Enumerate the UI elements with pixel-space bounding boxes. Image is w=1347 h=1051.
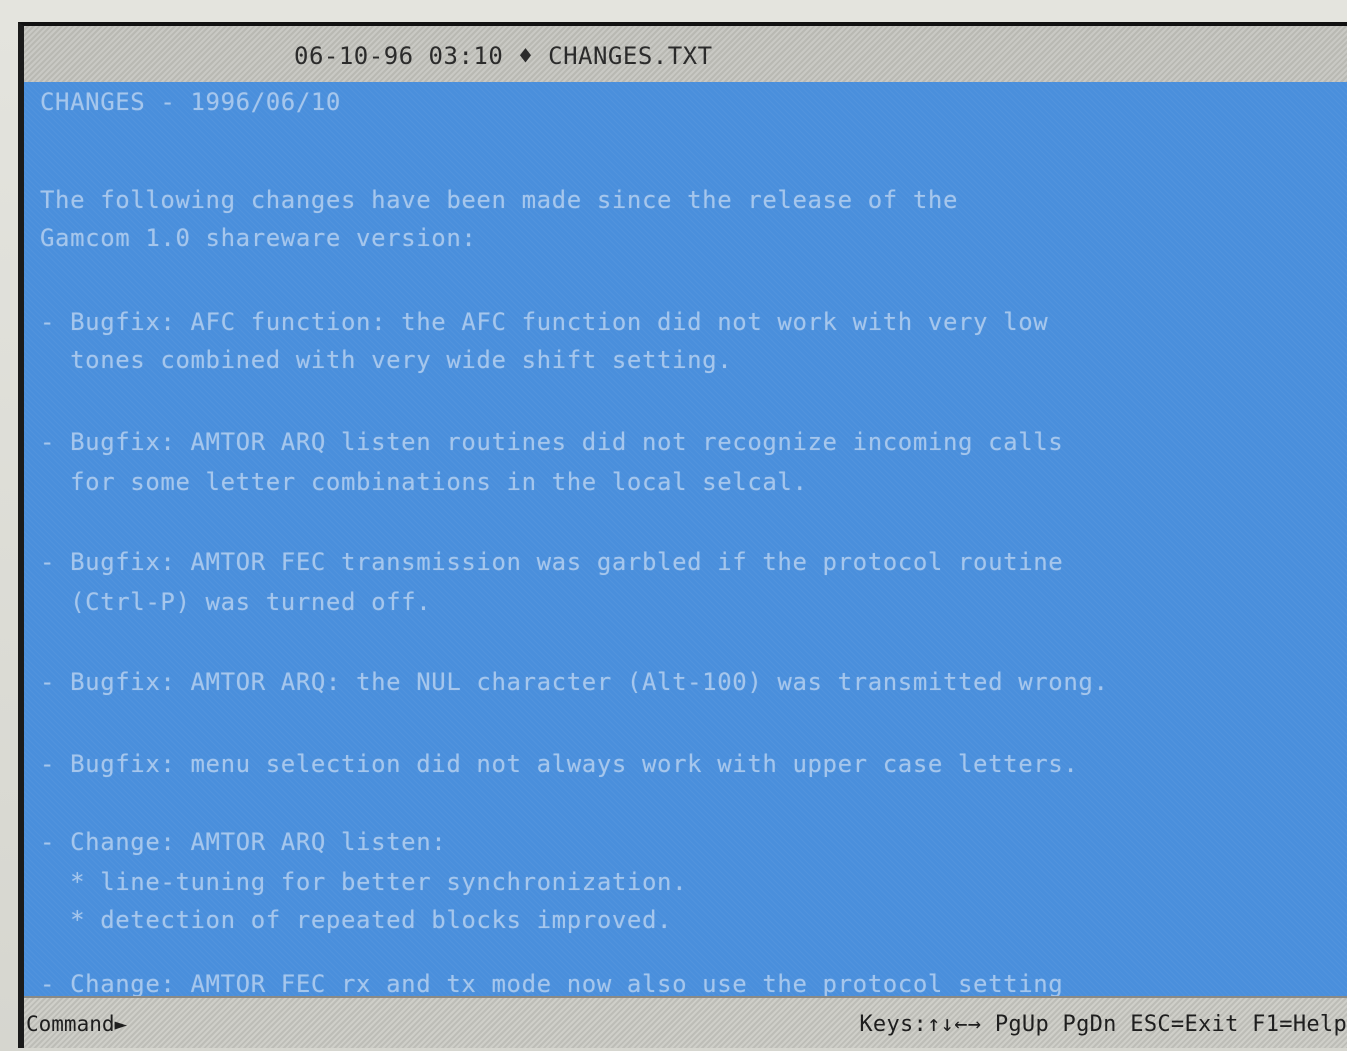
text-line: for some letter combinations in the loca…: [40, 468, 808, 496]
text-line: (Ctrl-P) was turned off.: [40, 588, 432, 616]
text-line: The following changes have been made sin…: [40, 186, 959, 214]
text-line: CHANGES - 1996/06/10: [40, 88, 341, 116]
text-line: * line-tuning for better synchronization…: [40, 868, 688, 896]
keys-hint: Keys:↑↓←→ PgUp PgDn ESC=Exit F1=Help: [859, 1012, 1347, 1037]
title-bar: 06-10-96 03:10 ♦ CHANGES.TXT: [24, 26, 1347, 84]
command-label: Command►: [26, 1012, 128, 1036]
text-line: - Bugfix: AMTOR ARQ listen routines did …: [40, 428, 1064, 456]
text-line: - Change: AMTOR FEC rx and tx mode now a…: [40, 970, 1064, 996]
status-bar: Command► Keys:↑↓←→ PgUp PgDn ESC=Exit F1…: [24, 996, 1347, 1048]
text-line: Gamcom 1.0 shareware version:: [40, 224, 477, 252]
text-line: tones combined with very wide shift sett…: [40, 346, 733, 374]
window-title: 06-10-96 03:10 ♦ CHANGES.TXT: [294, 42, 713, 70]
text-line: - Bugfix: menu selection did not always …: [40, 750, 1079, 778]
text-line: - Change: AMTOR ARQ listen:: [40, 828, 447, 856]
text-line: * detection of repeated blocks improved.: [40, 906, 673, 934]
text-line: - Bugfix: AMTOR ARQ: the NUL character (…: [40, 668, 1109, 696]
terminal-screen: 06-10-96 03:10 ♦ CHANGES.TXT CHANGES - 1…: [18, 22, 1347, 1048]
text-line: - Bugfix: AFC function: the AFC function…: [40, 308, 1049, 336]
text-line: - Bugfix: AMTOR FEC transmission was gar…: [40, 548, 1064, 576]
command-input[interactable]: [150, 1010, 634, 1042]
text-viewer[interactable]: CHANGES - 1996/06/10 The following chang…: [24, 82, 1347, 996]
